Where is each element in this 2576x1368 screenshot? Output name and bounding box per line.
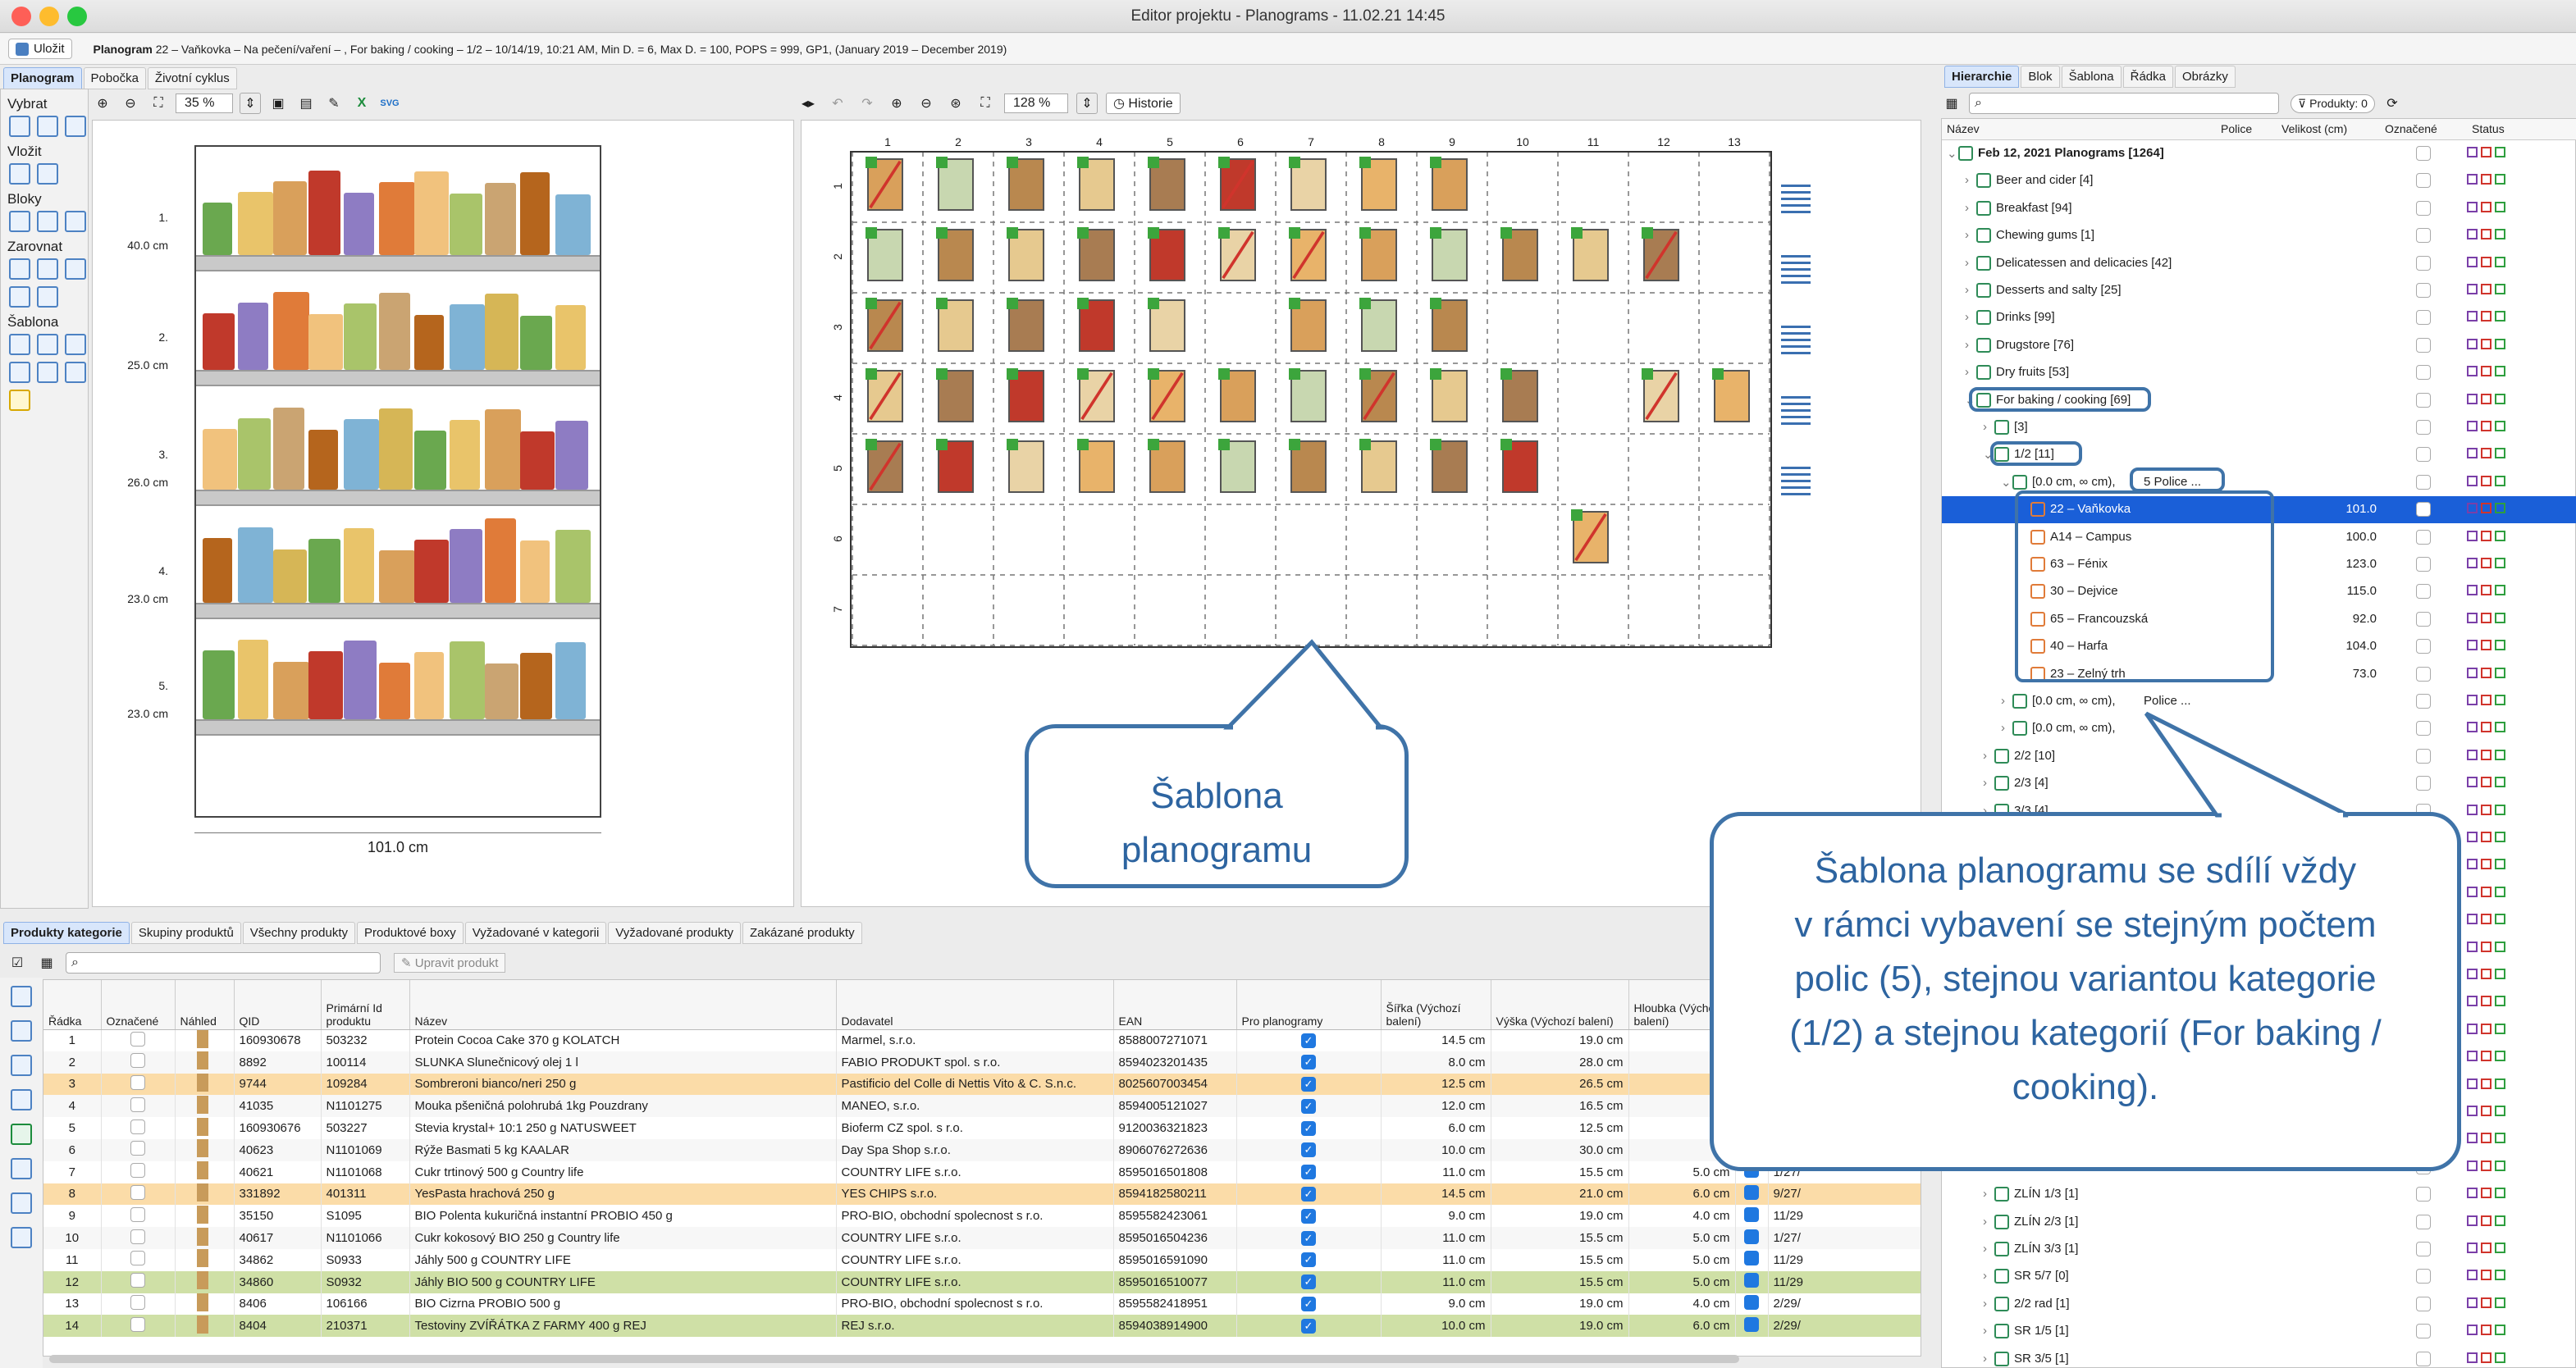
callout-big-pointer xyxy=(2144,711,2350,819)
app-window: Editor projektu - Planograms - 11.02.21 … xyxy=(0,0,2576,1368)
